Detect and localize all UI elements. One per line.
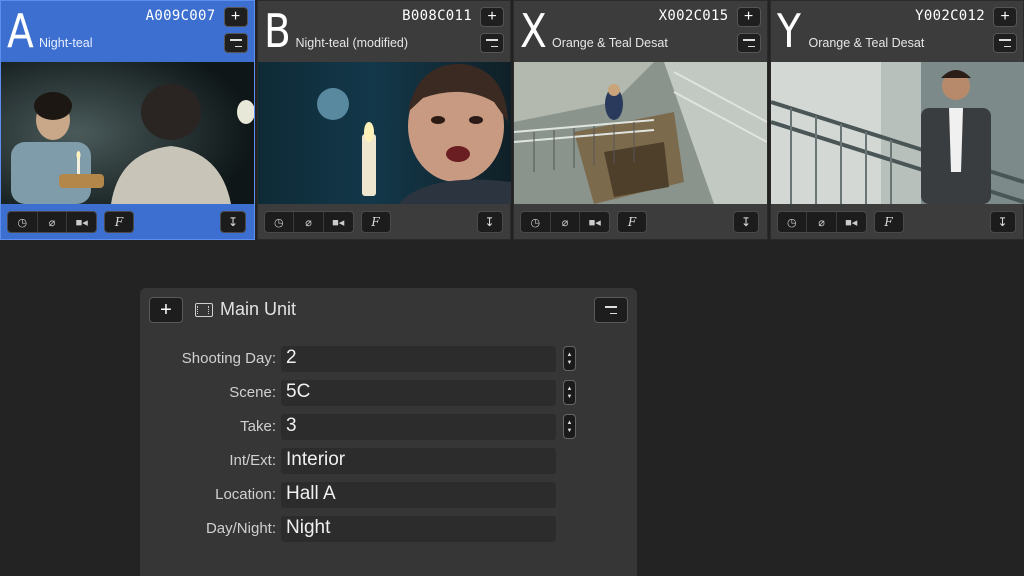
add-button[interactable]: + <box>736 7 761 27</box>
field-row-int-ext: Int/Ext: Interior <box>140 448 637 474</box>
menu-button[interactable] <box>594 297 628 323</box>
camera-thumbnail[interactable] <box>1 62 254 204</box>
list-menu-icon <box>486 39 498 47</box>
clip-name: Y002C012 <box>915 8 985 24</box>
download-button[interactable]: ↧ <box>989 211 1016 233</box>
camera-tile-x[interactable]: X X002C015 Orange & Teal Desat + ◷ ⌀ ■◂ … <box>513 0 768 240</box>
field-value: Interior <box>286 449 346 470</box>
camera-letter: Y <box>776 4 801 58</box>
plus-icon: + <box>160 298 172 321</box>
field-value: 5C <box>286 381 311 402</box>
take-field[interactable]: 3 <box>281 414 556 440</box>
mode-segment: ◷ ⌀ ■◂ <box>520 211 610 233</box>
clock-icon[interactable]: ◷ <box>778 212 808 232</box>
camera-toolbar: ◷ ⌀ ■◂ F ↧ <box>1 204 254 239</box>
f-button[interactable]: F <box>104 211 134 233</box>
clock-icon[interactable]: ◷ <box>265 212 295 232</box>
clip-name: A009C007 <box>145 8 216 24</box>
menu-button[interactable] <box>736 33 761 53</box>
field-label: Scene: <box>229 384 276 401</box>
plus-icon: + <box>743 8 754 25</box>
plus-icon: + <box>230 8 241 25</box>
field-label: Int/Ext: <box>229 452 276 469</box>
list-menu-icon <box>229 39 242 47</box>
add-button[interactable]: + <box>480 7 504 27</box>
list-menu-icon <box>999 39 1011 47</box>
clip-name: X002C015 <box>658 8 729 24</box>
field-row-take: Take: 3 ▲ ▼ <box>140 414 637 440</box>
field-row-scene: Scene: 5C ▲ ▼ <box>140 380 637 406</box>
video-camera-icon[interactable]: ■◂ <box>837 212 866 232</box>
camera-thumbnail[interactable] <box>514 62 767 204</box>
camera-tile-y[interactable]: Y Y002C012 Orange & Teal Desat + ◷ ⌀ ■◂ … <box>769 0 1024 240</box>
field-label: Day/Night: <box>205 520 276 537</box>
field-label: Shooting Day: <box>181 350 276 367</box>
circle-slash-icon[interactable]: ⌀ <box>294 212 324 232</box>
shooting-day-field[interactable]: 2 <box>281 346 556 372</box>
add-button[interactable]: + <box>993 7 1017 27</box>
scene-field[interactable]: 5C <box>281 380 556 406</box>
film-icon <box>195 303 213 317</box>
clip-name: B008C011 <box>402 8 472 24</box>
field-value: Hall A <box>286 483 336 504</box>
f-button[interactable]: F <box>617 211 647 233</box>
add-button[interactable]: + <box>223 7 248 27</box>
plus-icon: + <box>487 8 497 25</box>
video-camera-icon[interactable]: ■◂ <box>67 212 96 232</box>
video-camera-icon[interactable]: ■◂ <box>324 212 353 232</box>
camera-letter: A <box>7 4 34 58</box>
camera-tile-a[interactable]: A A009C007 Night-teal + ◷ ⌀ ■◂ F ↧ <box>0 0 255 240</box>
field-value: 2 <box>286 347 297 368</box>
int-ext-field[interactable]: Interior <box>281 448 556 474</box>
field-row-day-night: Day/Night: Night <box>140 516 637 542</box>
menu-button[interactable] <box>993 33 1017 53</box>
clock-icon[interactable]: ◷ <box>8 212 38 232</box>
list-menu-icon <box>605 306 617 314</box>
camera-toolbar: ◷ ⌀ ■◂ F ↧ <box>771 204 1024 239</box>
list-menu-icon <box>742 39 755 47</box>
f-button[interactable]: F <box>360 211 391 233</box>
circle-slash-icon[interactable]: ⌀ <box>38 212 68 232</box>
shooting-day-stepper[interactable]: ▲ ▼ <box>563 346 576 371</box>
clock-icon[interactable]: ◷ <box>521 212 551 232</box>
camera-toolbar: ◷ ⌀ ■◂ F ↧ <box>514 204 767 239</box>
circle-slash-icon[interactable]: ⌀ <box>551 212 581 232</box>
scene-stepper[interactable]: ▲ ▼ <box>563 380 576 405</box>
lut-name: Orange & Teal Desat <box>808 36 925 50</box>
download-button[interactable]: ↧ <box>220 211 246 233</box>
download-button[interactable]: ↧ <box>733 211 759 233</box>
camera-toolbar: ◷ ⌀ ■◂ F ↧ <box>258 204 511 239</box>
menu-button[interactable] <box>480 33 504 53</box>
take-stepper[interactable]: ▲ ▼ <box>563 414 576 439</box>
camera-strip: A A009C007 Night-teal + ◷ ⌀ ■◂ F ↧ B B00… <box>0 0 1024 240</box>
camera-letter: B <box>263 4 291 58</box>
panel-title: Main Unit <box>220 299 297 319</box>
plus-icon: + <box>1000 8 1010 25</box>
field-value: 3 <box>286 415 297 436</box>
mode-segment: ◷ ⌀ ■◂ <box>7 211 97 233</box>
mode-segment: ◷ ⌀ ■◂ <box>263 211 354 233</box>
video-camera-icon[interactable]: ■◂ <box>580 212 609 232</box>
field-label: Take: <box>240 418 276 435</box>
lut-name: Night-teal (modified) <box>295 36 409 50</box>
field-label: Location: <box>215 486 276 503</box>
camera-letter: X <box>520 4 547 58</box>
lut-name: Night-teal <box>39 36 93 50</box>
download-button[interactable]: ↧ <box>476 211 503 233</box>
field-row-shooting-day: Shooting Day: 2 ▲ ▼ <box>140 346 637 372</box>
camera-tile-b[interactable]: B B008C011 Night-teal (modified) + ◷ ⌀ ■… <box>256 0 511 240</box>
field-value: Night <box>286 517 331 538</box>
add-button[interactable]: + <box>149 297 183 323</box>
camera-thumbnail[interactable] <box>257 62 511 204</box>
field-row-location: Location: Hall A <box>140 482 637 508</box>
camera-thumbnail[interactable] <box>770 62 1024 204</box>
location-field[interactable]: Hall A <box>281 482 556 508</box>
menu-button[interactable] <box>223 33 248 53</box>
day-night-field[interactable]: Night <box>281 516 556 542</box>
circle-slash-icon[interactable]: ⌀ <box>807 212 837 232</box>
mode-segment: ◷ ⌀ ■◂ <box>776 211 867 233</box>
lut-name: Orange & Teal Desat <box>552 36 668 50</box>
f-button[interactable]: F <box>873 211 904 233</box>
unit-panel: + Main Unit Shooting Day: 2 ▲ ▼ Scene: 5C… <box>140 288 637 576</box>
